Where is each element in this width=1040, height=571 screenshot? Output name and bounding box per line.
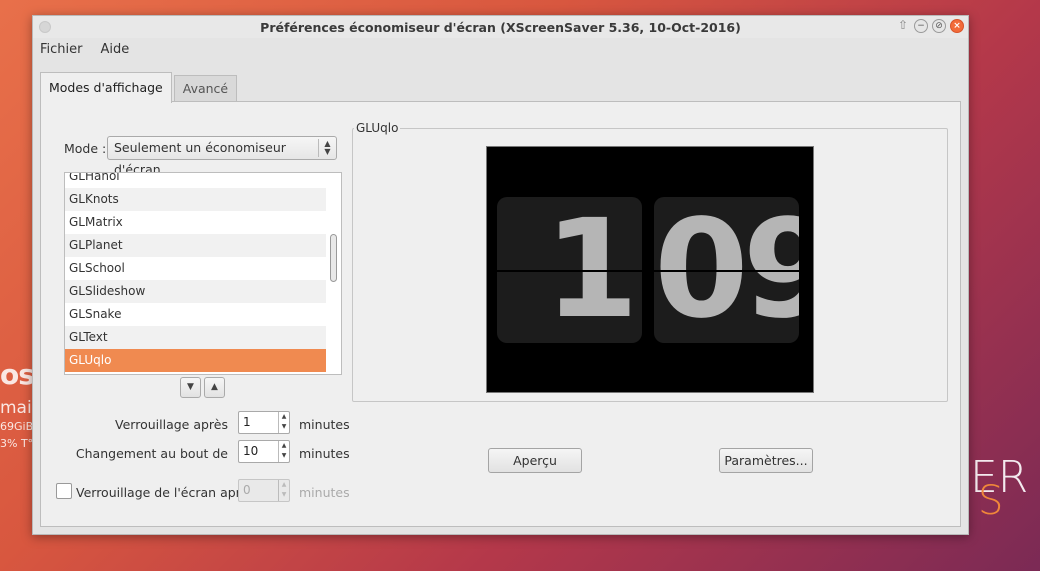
scrollbar-thumb[interactable] bbox=[330, 234, 337, 282]
display-modes-panel: Mode : Seulement un économiseur d'écran … bbox=[40, 101, 961, 527]
desktop-user-fragment: mai bbox=[0, 398, 32, 418]
mode-dropdown[interactable]: Seulement un économiseur d'écran ▲ ▼ bbox=[107, 136, 337, 177]
window-menu-icon[interactable] bbox=[39, 21, 51, 33]
next-hack-button[interactable]: ▼ bbox=[180, 377, 201, 398]
list-item[interactable]: GLSchool bbox=[65, 257, 326, 280]
cycle-spinner[interactable]: 10 ▲ ▼ bbox=[238, 440, 290, 463]
list-scrollbar[interactable] bbox=[327, 173, 340, 374]
window-controls: ⇧ − ⊘ × bbox=[896, 19, 964, 33]
list-item[interactable]: GLKnots bbox=[65, 188, 326, 211]
screen-lock-checkbox[interactable] bbox=[56, 483, 72, 499]
tab-display-modes[interactable]: Modes d'affichage bbox=[40, 72, 172, 103]
preview-button[interactable]: Aperçu bbox=[488, 448, 582, 473]
maximize-icon[interactable]: ⊘ bbox=[932, 19, 946, 33]
list-item[interactable]: GLText bbox=[65, 326, 326, 349]
desktop-cpu-fragment: 3% T° bbox=[0, 437, 34, 450]
lock-after-spinner[interactable]: 1 ▲ ▼ bbox=[238, 411, 290, 434]
close-icon[interactable]: × bbox=[950, 19, 964, 33]
screen-lock-unit: minutes bbox=[299, 485, 350, 500]
window-title: Préférences économiseur d'écran (XScreen… bbox=[260, 19, 741, 35]
screen-lock-value: 0 bbox=[243, 483, 251, 497]
clock-minutes-card: 09 bbox=[654, 197, 799, 343]
lock-after-unit: minutes bbox=[299, 417, 350, 432]
minimize-icon[interactable]: − bbox=[914, 19, 928, 33]
clock-minutes: 09 bbox=[654, 197, 799, 343]
preview-frame-title: GLUqlo bbox=[354, 121, 401, 135]
menu-aide[interactable]: Aide bbox=[101, 42, 130, 57]
spinner-arrows-icon: ▲ ▼ bbox=[278, 480, 289, 501]
spinner-arrows-icon[interactable]: ▲ ▼ bbox=[278, 441, 289, 462]
keep-above-icon[interactable]: ⇧ bbox=[896, 19, 910, 33]
clock-hour: 1 bbox=[544, 197, 639, 343]
list-item[interactable]: GLSlideshow bbox=[65, 280, 326, 303]
tab-advanced[interactable]: Avancé bbox=[173, 75, 238, 103]
cycle-label: Changement au bout de bbox=[75, 446, 228, 461]
list-item[interactable]: GLSnake bbox=[65, 303, 326, 326]
window-titlebar[interactable]: Préférences économiseur d'écran (XScreen… bbox=[33, 16, 968, 38]
list-item[interactable]: GLMatrix bbox=[65, 211, 326, 234]
screen-lock-spinner: 0 ▲ ▼ bbox=[238, 479, 290, 502]
previous-hack-button[interactable]: ▲ bbox=[204, 377, 225, 398]
lock-after-value: 1 bbox=[243, 415, 251, 429]
list-item-selected[interactable]: GLUqlo bbox=[65, 349, 326, 372]
clock-hour-card: 1 bbox=[497, 197, 642, 343]
xscreensaver-preferences-window: Préférences économiseur d'écran (XScreen… bbox=[32, 15, 969, 535]
cycle-unit: minutes bbox=[299, 446, 350, 461]
desktop-brand-s-fragment: S bbox=[978, 478, 1004, 524]
list-item[interactable]: GLHanoi bbox=[65, 173, 326, 188]
lock-after-label: Verrouillage après bbox=[115, 417, 228, 432]
screensaver-list[interactable]: GLHanoi GLKnots GLMatrix GLPlanet GLScho… bbox=[64, 172, 342, 375]
dropdown-updown-icon: ▲ ▼ bbox=[318, 139, 336, 157]
cycle-value: 10 bbox=[243, 444, 259, 458]
preview-screen: 1 09 bbox=[486, 146, 814, 393]
menu-fichier[interactable]: Fichier bbox=[40, 42, 83, 57]
list-item[interactable]: GLPlanet bbox=[65, 234, 326, 257]
desktop-disk-fragment: 69GiB bbox=[0, 420, 34, 433]
screen-lock-label: Verrouillage de l'écran après bbox=[76, 485, 255, 500]
spinner-arrows-icon[interactable]: ▲ ▼ bbox=[278, 412, 289, 433]
tab-bar: Modes d'affichage Avancé bbox=[40, 72, 239, 103]
menubar: Fichier Aide bbox=[33, 38, 968, 60]
desktop-logo-fragment: os bbox=[0, 358, 35, 391]
mode-label: Mode : bbox=[64, 141, 107, 156]
settings-button[interactable]: Paramètres... bbox=[719, 448, 813, 473]
